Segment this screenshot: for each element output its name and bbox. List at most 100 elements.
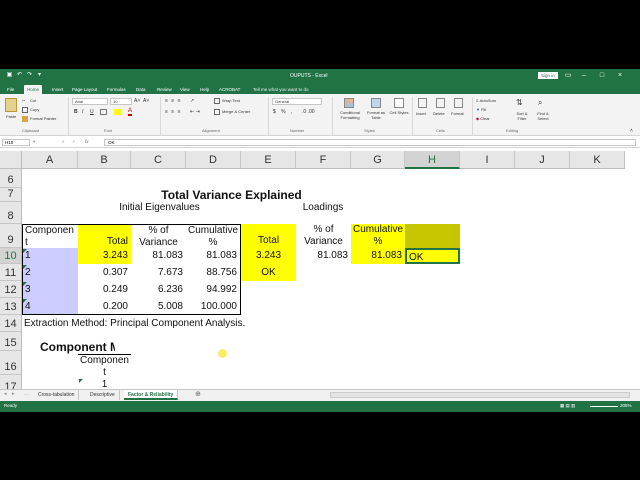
row-header-15[interactable]: 15 (0, 332, 22, 351)
olive-cell-h9[interactable] (405, 224, 460, 248)
number-as-text-indicator[interactable] (23, 299, 27, 303)
loading-cum-1[interactable]: 81.083 (351, 248, 405, 264)
borders-icon[interactable] (100, 109, 107, 115)
row-header-8[interactable]: 8 (0, 202, 22, 224)
number-as-text-indicator[interactable] (23, 249, 27, 253)
format-cells-icon[interactable] (454, 98, 463, 108)
scroll-sheets-right-icon[interactable]: ▸ (12, 391, 15, 397)
tab-review[interactable]: Review (154, 85, 175, 94)
new-sheet-icon[interactable]: ⊕ (195, 390, 201, 398)
increase-font-icon[interactable]: A˄ (134, 98, 140, 104)
indent-icon[interactable]: ⇤ ⇥ (190, 109, 200, 115)
orientation-icon[interactable]: ↗ (190, 98, 194, 104)
column-header-e[interactable]: E (241, 151, 296, 169)
row-header-7[interactable]: 7 (0, 188, 22, 202)
pct-1[interactable]: 81.083 (131, 248, 186, 264)
zoom-slider[interactable] (590, 406, 618, 407)
align-left-icon[interactable]: ≡ ≡ ≡ (165, 109, 182, 115)
tab-insert[interactable]: Insert (49, 85, 66, 94)
paste-button[interactable]: Paste (6, 114, 16, 119)
number-as-text-indicator[interactable] (23, 282, 27, 286)
row-header-12[interactable]: 12 (0, 281, 22, 298)
loading-pct-1[interactable]: 81.083 (296, 248, 351, 264)
formula-input[interactable]: OK (104, 139, 636, 146)
font-size-dropdown[interactable]: 10 (110, 98, 132, 105)
decrease-font-icon[interactable]: A˅ (143, 98, 149, 104)
number-format-dropdown[interactable]: General (272, 98, 322, 105)
cut-button[interactable]: ✂ Cut (22, 98, 36, 104)
row-header-16[interactable]: 16 (0, 351, 22, 375)
worksheet-grid[interactable]: ABCDEFGHIJK 6789101112131415161718 Total… (0, 151, 640, 389)
delete-cells-button[interactable]: Delete (433, 111, 445, 116)
tell-me-search[interactable]: Tell me what you want to do (250, 85, 312, 94)
format-as-table-button[interactable]: Format as Table (364, 110, 388, 120)
tab-view[interactable]: View (177, 85, 193, 94)
insert-cells-icon[interactable] (418, 98, 427, 108)
conditional-formatting-icon[interactable] (344, 98, 354, 108)
horizontal-scrollbar[interactable] (330, 392, 630, 398)
tab-formulas[interactable]: Formulas (104, 85, 129, 94)
insert-cells-button[interactable]: Insert (416, 111, 426, 116)
sheet-tab-factor-reliability[interactable]: Factor & Reliability (124, 390, 179, 400)
pct-4[interactable]: 5.008 (131, 298, 186, 315)
cum-2[interactable]: 88.756 (186, 264, 241, 281)
column-header-b[interactable]: B (78, 151, 131, 169)
total-1[interactable]: 3.243 (78, 248, 131, 264)
format-cells-button[interactable]: Format (451, 111, 464, 116)
loading-total-1[interactable]: 3.243 (241, 248, 296, 264)
column-header-h[interactable]: H (405, 151, 460, 169)
component-3[interactable]: 3 (22, 281, 78, 298)
font-color-icon[interactable]: A (128, 108, 133, 116)
row-header-10[interactable]: 10 (0, 248, 22, 264)
delete-cells-icon[interactable] (436, 98, 445, 108)
minimize-icon[interactable]: – (578, 71, 590, 81)
cell-styles-icon[interactable] (394, 98, 404, 108)
fill-button[interactable]: ▼ Fill (476, 107, 486, 112)
merge-center-button[interactable]: Merge & Center (214, 109, 250, 115)
selected-cell-h10[interactable]: OK (405, 248, 460, 264)
clear-button[interactable]: ◆ Clear (476, 116, 490, 121)
font-name-dropdown[interactable]: Arial (72, 98, 108, 105)
undo-icon[interactable]: ↶ (16, 72, 23, 79)
row-header-9[interactable]: 9 (0, 224, 22, 248)
redo-icon[interactable]: ↷ (26, 72, 33, 79)
sheet-tab-descriptive[interactable]: Descriptive (86, 390, 120, 400)
column-header-g[interactable]: G (351, 151, 405, 169)
fill-color-icon[interactable] (114, 109, 121, 115)
cum-4[interactable]: 100.000 (186, 298, 241, 315)
column-header-f[interactable]: F (296, 151, 351, 169)
total-4[interactable]: 0.200 (78, 298, 131, 315)
tab-file[interactable]: File (4, 85, 17, 94)
tab-page-layout[interactable]: Page Layout (69, 85, 100, 94)
scroll-sheets-left-icon[interactable]: ◂ (4, 391, 7, 397)
component-4[interactable]: 4 (22, 298, 78, 315)
ribbon-options-icon[interactable]: ▭ (562, 71, 574, 81)
column-header-j[interactable]: J (515, 151, 570, 169)
conditional-formatting-button[interactable]: Conditional Formatting (336, 110, 364, 120)
column-header-k[interactable]: K (570, 151, 625, 169)
cell-styles-button[interactable]: Cell Styles (389, 110, 409, 115)
currency-icon[interactable]: $ % , (273, 109, 294, 115)
find-select-button[interactable]: Find & Select (532, 111, 554, 121)
tab-home[interactable]: Home (24, 85, 43, 94)
total-2[interactable]: 0.307 (78, 264, 131, 281)
component-1[interactable]: 1 (22, 248, 78, 264)
sort-filter-icon[interactable]: ⇅ (516, 98, 523, 107)
row-header-14[interactable]: 14 (0, 315, 22, 332)
underline-button[interactable]: U (90, 109, 94, 115)
tab-help[interactable]: Help (197, 85, 212, 94)
ok-cell-e11[interactable]: OK (241, 264, 296, 281)
pct-2[interactable]: 7.673 (131, 264, 186, 281)
format-as-table-icon[interactable] (371, 98, 381, 108)
copy-button[interactable]: Copy (22, 107, 39, 113)
italic-button[interactable]: I (82, 109, 83, 115)
number-as-text-indicator[interactable] (23, 265, 27, 269)
more-sheets-icon[interactable]: … (24, 391, 29, 397)
pct-3[interactable]: 6.236 (131, 281, 186, 298)
name-box[interactable]: H10 (2, 139, 30, 146)
column-header-i[interactable]: I (460, 151, 515, 169)
row-header-17[interactable]: 17 (0, 375, 22, 389)
cancel-entry-icon[interactable]: × (62, 139, 65, 144)
sign-in-button[interactable]: Sign in (538, 72, 558, 79)
find-select-icon[interactable]: ⌕ (538, 98, 542, 107)
